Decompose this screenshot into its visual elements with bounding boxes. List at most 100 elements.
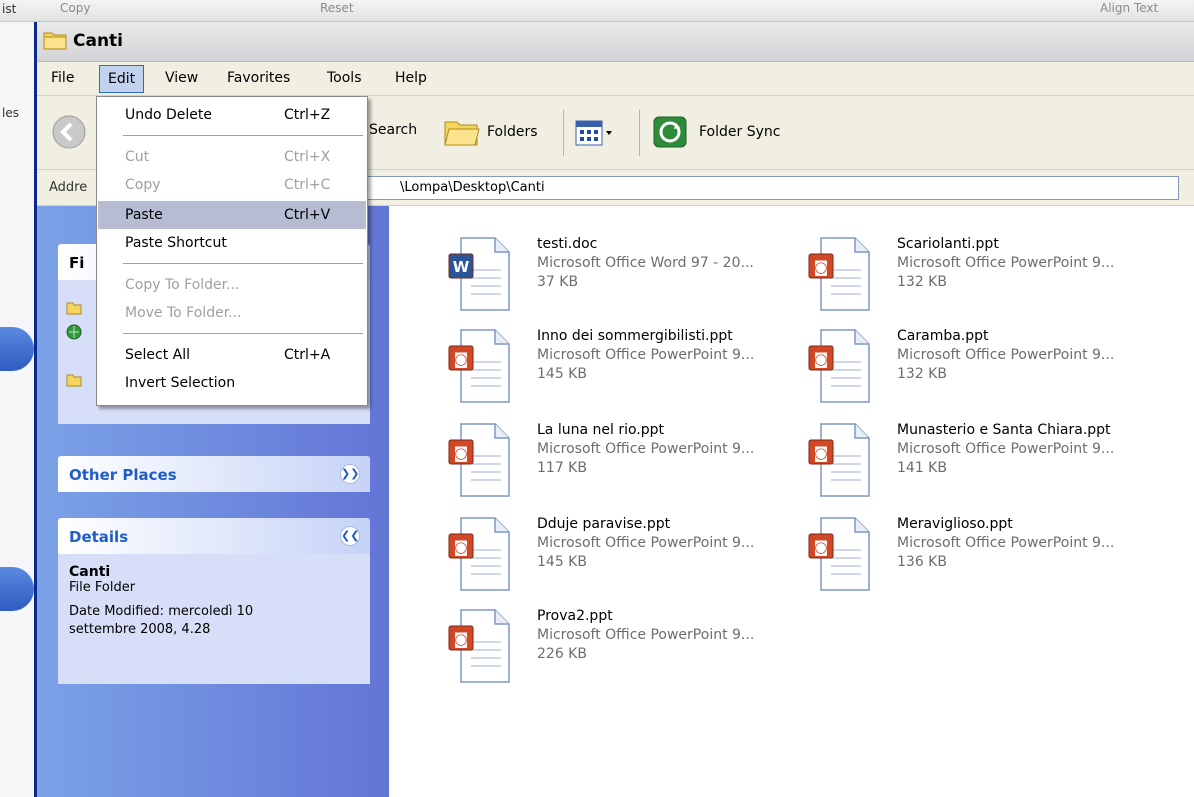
menu-separator: [123, 263, 363, 264]
file-type: Microsoft Office PowerPoint 9...: [537, 347, 755, 363]
menu-view[interactable]: View: [165, 70, 198, 86]
menu-item-label: Select All: [125, 347, 190, 363]
svg-text:◙: ◙: [814, 350, 829, 368]
details-pane: Details ❮❮ Canti File Folder Date Modifi…: [58, 518, 370, 684]
file-tasks-title: Fi: [69, 254, 85, 272]
menu-help[interactable]: Help: [395, 70, 427, 86]
other-places-title: Other Places: [69, 466, 177, 484]
svg-text:◙: ◙: [454, 350, 469, 368]
menu-item-invert-selection[interactable]: Invert Selection: [98, 371, 366, 395]
views-button[interactable]: [575, 120, 615, 146]
file-size: 132 KB: [897, 274, 947, 290]
globe-task-icon: [66, 324, 82, 340]
details-header[interactable]: Details ❮❮: [58, 518, 370, 554]
menu-item-label: Move To Folder...: [125, 305, 242, 321]
file-size: 226 KB: [537, 646, 587, 662]
menu-item-label: Copy To Folder...: [125, 277, 240, 293]
menu-item-shortcut: Ctrl+C: [284, 177, 331, 193]
file-item[interactable]: Wtesti.doc Microsoft Office Word 97 - 20.…: [447, 236, 787, 316]
menu-item-label: Invert Selection: [125, 375, 236, 391]
file-item[interactable]: ◙ Inno dei sommergibilisti.ppt Microsoft O…: [447, 328, 787, 408]
folder-icon: [43, 32, 67, 50]
other-places-header[interactable]: Other Places ❯❯: [58, 456, 370, 492]
menu-item-move-to-folder[interactable]: Move To Folder...: [98, 301, 366, 325]
bg-copy-text: Copy: [60, 1, 91, 15]
file-item[interactable]: ◙ Scariolanti.ppt Microsoft Office PowerPo…: [807, 236, 1147, 316]
file-list: Wtesti.doc Microsoft Office Word 97 - 20.…: [389, 206, 1194, 797]
file-name: La luna nel rio.ppt: [537, 422, 664, 438]
menu-item-shortcut: Ctrl+X: [284, 149, 331, 165]
powerpoint-document-icon: ◙: [448, 517, 510, 591]
svg-text:◙: ◙: [454, 538, 469, 556]
file-name: Prova2.ppt: [537, 608, 613, 624]
file-size: 145 KB: [537, 554, 587, 570]
file-type: Microsoft Office PowerPoint 9...: [537, 627, 755, 643]
folder-sync-button[interactable]: Folder Sync: [651, 114, 780, 150]
chevron-up-icon[interactable]: ❮❮: [340, 526, 360, 546]
menu-item-copy-to-folder[interactable]: Copy To Folder...: [98, 273, 366, 297]
menu-item-paste-shortcut[interactable]: Paste Shortcut: [98, 231, 366, 255]
file-item[interactable]: ◙ Caramba.ppt Microsoft Office PowerPoint …: [807, 328, 1147, 408]
bg-blue-shape: [0, 567, 34, 611]
bg-align-text: Align Text: [1100, 1, 1159, 15]
background-app-toolbar: Copy Reset Align Text: [0, 0, 1194, 22]
powerpoint-document-icon: ◙: [808, 517, 870, 591]
folders-icon: [444, 121, 480, 146]
bg-left-text-1: ist: [2, 2, 17, 16]
file-item[interactable]: ◙ Munasterio e Santa Chiara.ppt Microsoft …: [807, 422, 1147, 502]
address-path: \Lompa\Desktop\Canti: [400, 180, 545, 195]
menu-separator: [123, 333, 363, 334]
bg-reset-text: Reset: [320, 1, 354, 15]
background-app-left: ist les: [0, 2, 34, 797]
menu-item-undo-delete[interactable]: Undo Delete Ctrl+Z: [98, 103, 366, 127]
title-bar[interactable]: Canti: [37, 22, 1194, 62]
powerpoint-document-icon: ◙: [448, 329, 510, 403]
file-item[interactable]: ◙ Dduje paravise.ppt Microsoft Office Powe…: [447, 516, 787, 596]
file-type: Microsoft Office PowerPoint 9...: [537, 535, 755, 551]
other-places-pane: Other Places ❯❯: [58, 456, 370, 492]
details-title: Details: [69, 528, 129, 546]
back-arrow-icon: [52, 115, 86, 149]
word-document-icon: W: [448, 237, 510, 311]
toolbar-separator: [563, 110, 564, 156]
file-name: Caramba.ppt: [897, 328, 989, 344]
bg-blue-shape: [0, 327, 34, 371]
menu-item-shortcut: Ctrl+Z: [284, 107, 331, 123]
menu-edit[interactable]: Edit: [99, 65, 145, 93]
chevron-down-icon[interactable]: ❯❯: [340, 464, 360, 484]
details-body: Canti File Folder Date Modified: mercole…: [58, 554, 370, 649]
file-type: Microsoft Office PowerPoint 9...: [897, 347, 1115, 363]
file-item[interactable]: ◙ Prova2.ppt Microsoft Office PowerPoint 9…: [447, 608, 787, 688]
file-size: 132 KB: [897, 366, 947, 382]
file-name: Inno dei sommergibilisti.ppt: [537, 328, 733, 344]
menu-favorites[interactable]: Favorites: [227, 70, 290, 86]
menu-file[interactable]: File: [51, 70, 74, 86]
file-type: Microsoft Office Word 97 - 20...: [537, 255, 754, 271]
folders-button[interactable]: Folders: [441, 114, 538, 150]
details-name: Canti: [69, 564, 111, 580]
search-label: Search: [369, 122, 418, 138]
menu-item-label: Paste Shortcut: [125, 235, 227, 251]
menu-item-select-all[interactable]: Select All Ctrl+A: [98, 343, 366, 367]
menu-item-paste[interactable]: Paste Ctrl+V: [98, 201, 366, 229]
svg-text:◙: ◙: [814, 444, 829, 462]
menu-item-label: Paste: [125, 207, 163, 223]
menu-bar: File Edit View Favorites Tools Help: [37, 62, 1194, 96]
folder-share-icon: [66, 374, 82, 387]
bg-left-text-2: les: [2, 106, 19, 120]
file-item[interactable]: ◙ Meraviglioso.ppt Microsoft Office PowerP…: [807, 516, 1147, 596]
svg-text:◙: ◙: [814, 538, 829, 556]
back-button[interactable]: [51, 114, 87, 150]
powerpoint-document-icon: ◙: [808, 237, 870, 311]
menu-item-copy[interactable]: Copy Ctrl+C: [98, 173, 366, 197]
file-name: Munasterio e Santa Chiara.ppt: [897, 422, 1111, 438]
file-item[interactable]: ◙ La luna nel rio.ppt Microsoft Office Pow…: [447, 422, 787, 502]
menu-tools[interactable]: Tools: [327, 70, 362, 86]
folders-label: Folders: [487, 124, 538, 140]
file-size: 37 KB: [537, 274, 579, 290]
menu-item-cut[interactable]: Cut Ctrl+X: [98, 145, 366, 169]
menu-item-shortcut: Ctrl+V: [284, 207, 331, 223]
file-name: Meraviglioso.ppt: [897, 516, 1013, 532]
search-button[interactable]: Search: [369, 122, 417, 138]
svg-text:W: W: [453, 258, 470, 276]
